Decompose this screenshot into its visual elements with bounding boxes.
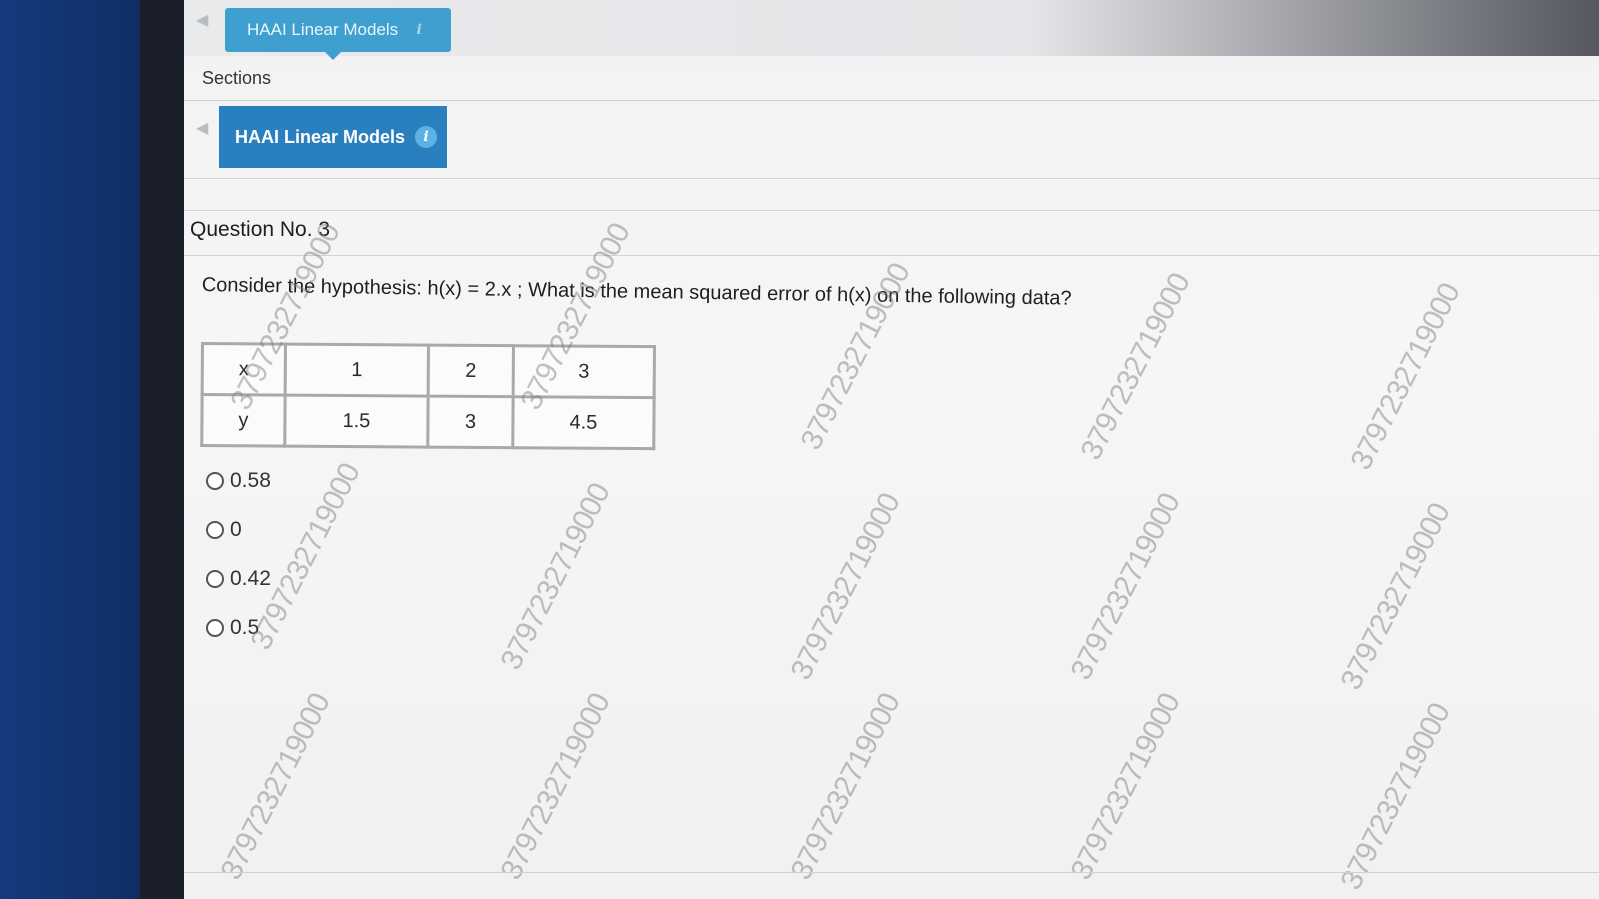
top-bar: ◀ HAAI Linear Models i [184,0,1599,60]
table-cell: 3 [513,345,655,398]
answer-option[interactable]: 0.5 [206,603,271,652]
section-tab-haai-linear-models[interactable]: HAAI Linear Models i [219,106,447,168]
option-label: 0.42 [230,566,271,590]
back-arrow-icon[interactable]: ◀ [196,10,208,30]
monitor-edge [140,0,190,899]
divider [184,178,1599,179]
watermark: 3797232719000 [1064,488,1187,686]
top-tab-label: HAAI Linear Models [247,20,399,39]
info-icon[interactable]: i [408,19,430,41]
radio-button[interactable] [206,471,224,490]
table-cell: 4.5 [512,396,655,449]
section-tab-label: HAAI Linear Models [235,126,406,147]
option-label: 0.58 [230,468,271,492]
table-row: y 1.5 3 4.5 [201,394,655,449]
watermark: 3797232719000 [214,688,337,886]
option-label: 0.5 [230,615,260,639]
watermark: 3797232719000 [1344,278,1467,476]
divider [184,872,1599,873]
answer-option[interactable]: 0 [206,505,271,554]
question-text: Consider the hypothesis: h(x) = 2.x ; Wh… [201,274,1072,310]
radio-button[interactable] [206,569,224,588]
divider [184,100,1599,101]
table-row-header: y [201,394,286,447]
table-row-header: x [202,343,286,396]
watermark: 3797232719000 [494,478,617,676]
radio-button[interactable] [206,618,224,637]
quiz-screen: ◀ HAAI Linear Models i Sections ◀ HAAI L… [184,0,1599,899]
watermark: 3797232719000 [1334,498,1457,696]
data-table: x 1 2 3 y 1.5 3 4.5 [200,342,656,450]
watermark: 3797232719000 [1064,688,1187,886]
radio-button[interactable] [206,520,224,539]
question-number: Question No. 3 [190,218,331,241]
watermark: 3797232719000 [784,688,907,886]
sections-label: Sections [202,68,272,88]
divider [184,210,1599,211]
answer-options: 0.58 0 0.42 0.5 [206,456,271,652]
answer-option[interactable]: 0.58 [206,456,271,505]
table-row: x 1 2 3 [202,343,655,398]
watermark: 3797232719000 [1074,268,1197,466]
answer-option[interactable]: 0.42 [206,554,271,603]
watermark: 3797232719000 [494,688,617,886]
watermark: 3797232719000 [784,488,907,686]
watermark: 3797232719000 [1334,698,1457,896]
table-cell: 3 [427,396,514,448]
table-cell: 2 [428,345,514,397]
back-arrow-icon[interactable]: ◀ [196,118,208,138]
top-tab-course[interactable]: HAAI Linear Models i [225,8,451,60]
info-icon[interactable]: i [415,126,438,148]
divider [184,255,1599,256]
table-cell: 1.5 [284,395,429,448]
option-label: 0 [230,517,242,541]
table-cell: 1 [285,344,429,397]
